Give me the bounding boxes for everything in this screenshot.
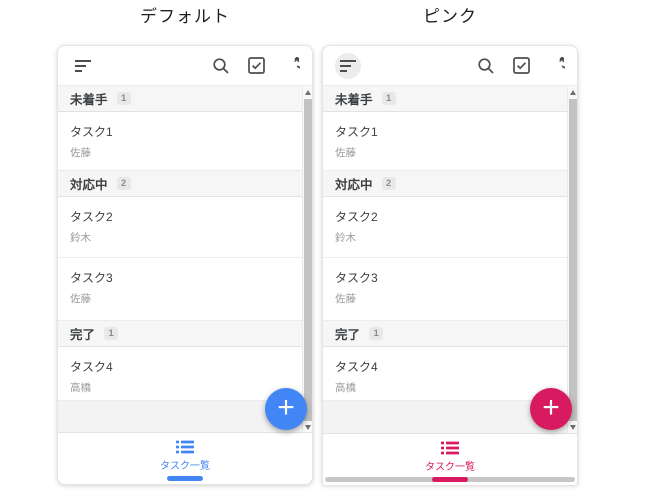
section-count-badge: 1 <box>116 92 131 105</box>
scrollbar-thumb[interactable] <box>569 99 577 421</box>
app-panel-pink: 未着手 1 タスク1 佐藤 対応中 2 タスク2 鈴木 タスク3 佐藤 完了 1 <box>322 45 578 485</box>
scrollbar[interactable] <box>302 86 312 434</box>
tab-task-list[interactable]: タスク一覧 <box>58 433 312 472</box>
tab-label: タスク一覧 <box>425 462 475 473</box>
task-row[interactable]: タスク2 鈴木 <box>323 197 568 258</box>
app-panel-default: 未着手 1 タスク1 佐藤 対応中 2 タスク2 鈴木 タスク3 佐藤 完了 1 <box>57 45 313 485</box>
task-list: 未着手 1 タスク1 佐藤 対応中 2 タスク2 鈴木 タスク3 佐藤 完了 1 <box>58 86 303 434</box>
refresh-icon[interactable] <box>543 53 569 79</box>
tab-label: タスク一覧 <box>160 461 210 472</box>
scroll-down-arrow-icon[interactable] <box>304 425 311 430</box>
task-title: タスク3 <box>335 271 378 285</box>
panel-title-pink: ピンク <box>423 7 477 26</box>
panel-title-default: デフォルト <box>140 7 230 26</box>
section-header-doing: 対応中 2 <box>58 171 303 197</box>
section-header-done: 完了 1 <box>58 321 303 347</box>
section-count-badge: 2 <box>381 177 396 190</box>
section-header-todo: 未着手 1 <box>323 86 568 112</box>
bottom-nav: タスク一覧 <box>58 432 312 484</box>
page: デフォルト ピンク 未着手 1 タスク1 佐藤 対応中 2 タスク2 鈴木 タス… <box>0 0 672 496</box>
scrollbar-thumb[interactable] <box>304 99 312 421</box>
section-count-badge: 1 <box>381 92 396 105</box>
search-icon[interactable] <box>208 53 234 79</box>
section-label: 対応中 <box>335 178 373 192</box>
section-count-badge: 1 <box>369 327 384 340</box>
list-icon <box>176 440 194 454</box>
task-row[interactable]: タスク4 高橋 <box>323 347 568 401</box>
task-title: タスク1 <box>335 125 378 139</box>
section-header-todo: 未着手 1 <box>58 86 303 112</box>
task-title: タスク4 <box>70 360 113 374</box>
add-task-fab[interactable]: + <box>265 388 307 430</box>
sort-icon[interactable] <box>70 53 96 79</box>
section-header-doing: 対応中 2 <box>323 171 568 197</box>
task-assignee: 高橋 <box>70 382 91 394</box>
task-assignee: 佐藤 <box>335 147 356 159</box>
list-icon <box>441 441 459 455</box>
task-title: タスク3 <box>70 271 113 285</box>
bottom-nav: タスク一覧 <box>323 433 577 485</box>
search-icon[interactable] <box>473 53 499 79</box>
task-row[interactable]: タスク2 鈴木 <box>58 197 303 258</box>
section-label: 完了 <box>335 328 361 342</box>
toolbar <box>58 46 312 86</box>
scroll-down-arrow-icon[interactable] <box>569 425 576 430</box>
section-label: 未着手 <box>335 93 373 107</box>
task-list: 未着手 1 タスク1 佐藤 対応中 2 タスク2 鈴木 タスク3 佐藤 完了 1 <box>323 86 568 434</box>
task-title: タスク4 <box>335 360 378 374</box>
section-label: 完了 <box>70 328 96 342</box>
section-count-badge: 2 <box>116 177 131 190</box>
task-assignee: 佐藤 <box>335 293 356 305</box>
task-assignee: 佐藤 <box>70 147 91 159</box>
task-row[interactable]: タスク3 佐藤 <box>323 258 568 321</box>
refresh-icon[interactable] <box>278 53 304 79</box>
scroll-up-arrow-icon[interactable] <box>304 90 311 95</box>
task-row[interactable]: タスク1 佐藤 <box>58 112 303 171</box>
task-row[interactable]: タスク1 佐藤 <box>323 112 568 171</box>
section-label: 対応中 <box>70 178 108 192</box>
scrollbar[interactable] <box>567 86 577 434</box>
task-row[interactable]: タスク3 佐藤 <box>58 258 303 321</box>
select-all-checkbox-icon[interactable] <box>508 53 534 79</box>
section-label: 未着手 <box>70 93 108 107</box>
task-title: タスク2 <box>70 210 113 224</box>
sort-icon[interactable] <box>335 52 361 79</box>
task-title: タスク2 <box>335 210 378 224</box>
active-tab-indicator <box>167 476 203 481</box>
select-all-checkbox-icon[interactable] <box>243 53 269 79</box>
task-assignee: 鈴木 <box>335 232 356 244</box>
add-task-fab[interactable]: + <box>530 388 572 430</box>
task-assignee: 高橋 <box>335 382 356 394</box>
task-assignee: 鈴木 <box>70 232 91 244</box>
toolbar <box>323 46 577 86</box>
task-assignee: 佐藤 <box>70 293 91 305</box>
section-header-done: 完了 1 <box>323 321 568 347</box>
scroll-up-arrow-icon[interactable] <box>569 90 576 95</box>
task-row[interactable]: タスク4 高橋 <box>58 347 303 401</box>
section-count-badge: 1 <box>104 327 119 340</box>
tab-task-list[interactable]: タスク一覧 <box>323 434 577 473</box>
task-title: タスク1 <box>70 125 113 139</box>
active-tab-indicator <box>432 477 468 482</box>
